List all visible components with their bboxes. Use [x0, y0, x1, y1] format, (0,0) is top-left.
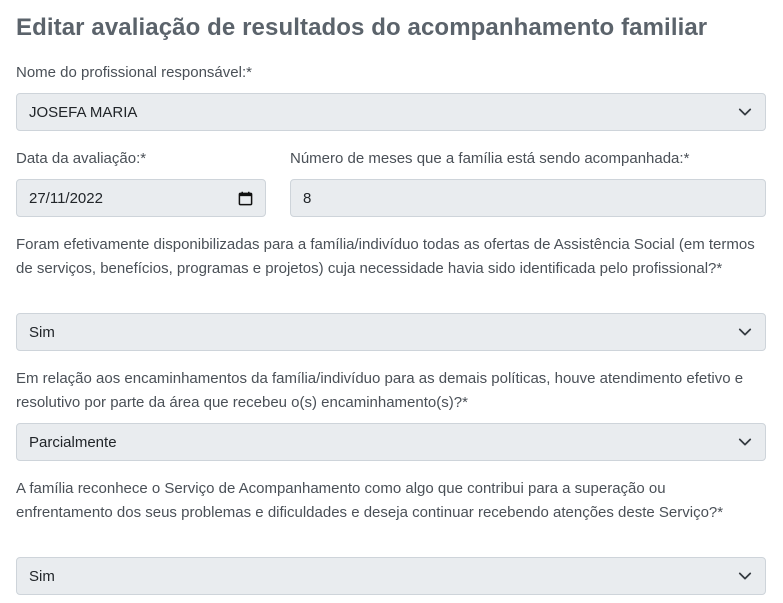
- evaluation-date-value: 27/11/2022: [29, 189, 103, 207]
- referrals-value: Parcialmente: [29, 433, 117, 451]
- professional-value: JOSEFA MARIA: [29, 103, 138, 121]
- referrals-select[interactable]: Parcialmente: [16, 423, 766, 461]
- recognition-value: Sim: [29, 567, 55, 585]
- evaluation-date-input[interactable]: 27/11/2022: [16, 179, 266, 217]
- evaluation-date-label: Data da avaliação:*: [16, 150, 147, 167]
- offers-value: Sim: [29, 323, 55, 341]
- offers-question-label: Foram efetivamente disponibilizadas para…: [16, 236, 755, 277]
- chevron-down-icon: [737, 324, 753, 340]
- chevron-down-icon: [737, 104, 753, 120]
- page-title: Editar avaliação de resultados do acompa…: [16, 14, 708, 41]
- months-input[interactable]: 8: [290, 179, 766, 217]
- months-label: Número de meses que a família está sendo…: [290, 150, 690, 167]
- offers-select[interactable]: Sim: [16, 313, 766, 351]
- referrals-question-label: Em relação aos encaminhamentos da famíli…: [16, 370, 744, 411]
- chevron-down-icon: [737, 434, 753, 450]
- recognition-select[interactable]: Sim: [16, 557, 766, 595]
- chevron-down-icon: [737, 568, 753, 584]
- professional-label: Nome do profissional responsável:*: [16, 64, 252, 81]
- recognition-question-label: A família reconhece o Serviço de Acompan…: [16, 480, 724, 521]
- months-value: 8: [303, 189, 312, 207]
- evaluation-form-page: Editar avaliação de resultados do acompa…: [0, 0, 783, 603]
- calendar-icon[interactable]: [237, 190, 253, 206]
- professional-select[interactable]: JOSEFA MARIA: [16, 93, 766, 131]
